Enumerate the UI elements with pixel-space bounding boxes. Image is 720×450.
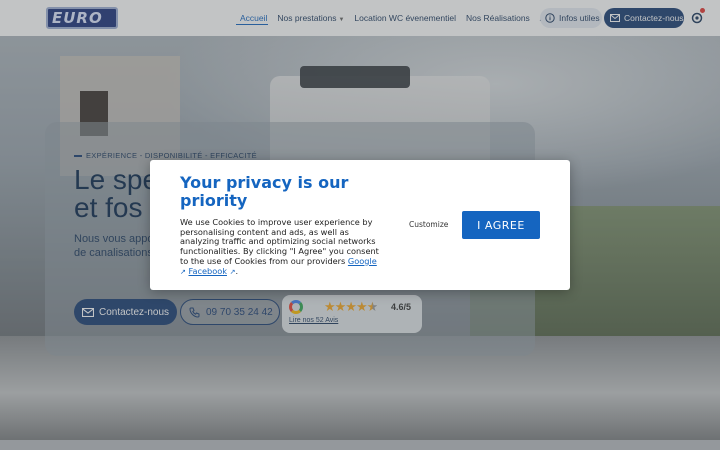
- modal-text: We use Cookies to improve user experienc…: [180, 217, 380, 277]
- external-link-icon: ↗: [180, 267, 186, 276]
- agree-button[interactable]: I AGREE: [462, 211, 540, 239]
- customize-button[interactable]: Customize: [409, 220, 448, 229]
- google-link[interactable]: Google: [348, 256, 377, 266]
- modal-title: Your privacy is our priority: [180, 173, 349, 210]
- modal-text-end: .: [235, 265, 239, 276]
- privacy-modal: Your privacy is our priority We use Cook…: [150, 160, 570, 290]
- facebook-link[interactable]: Facebook: [188, 266, 226, 276]
